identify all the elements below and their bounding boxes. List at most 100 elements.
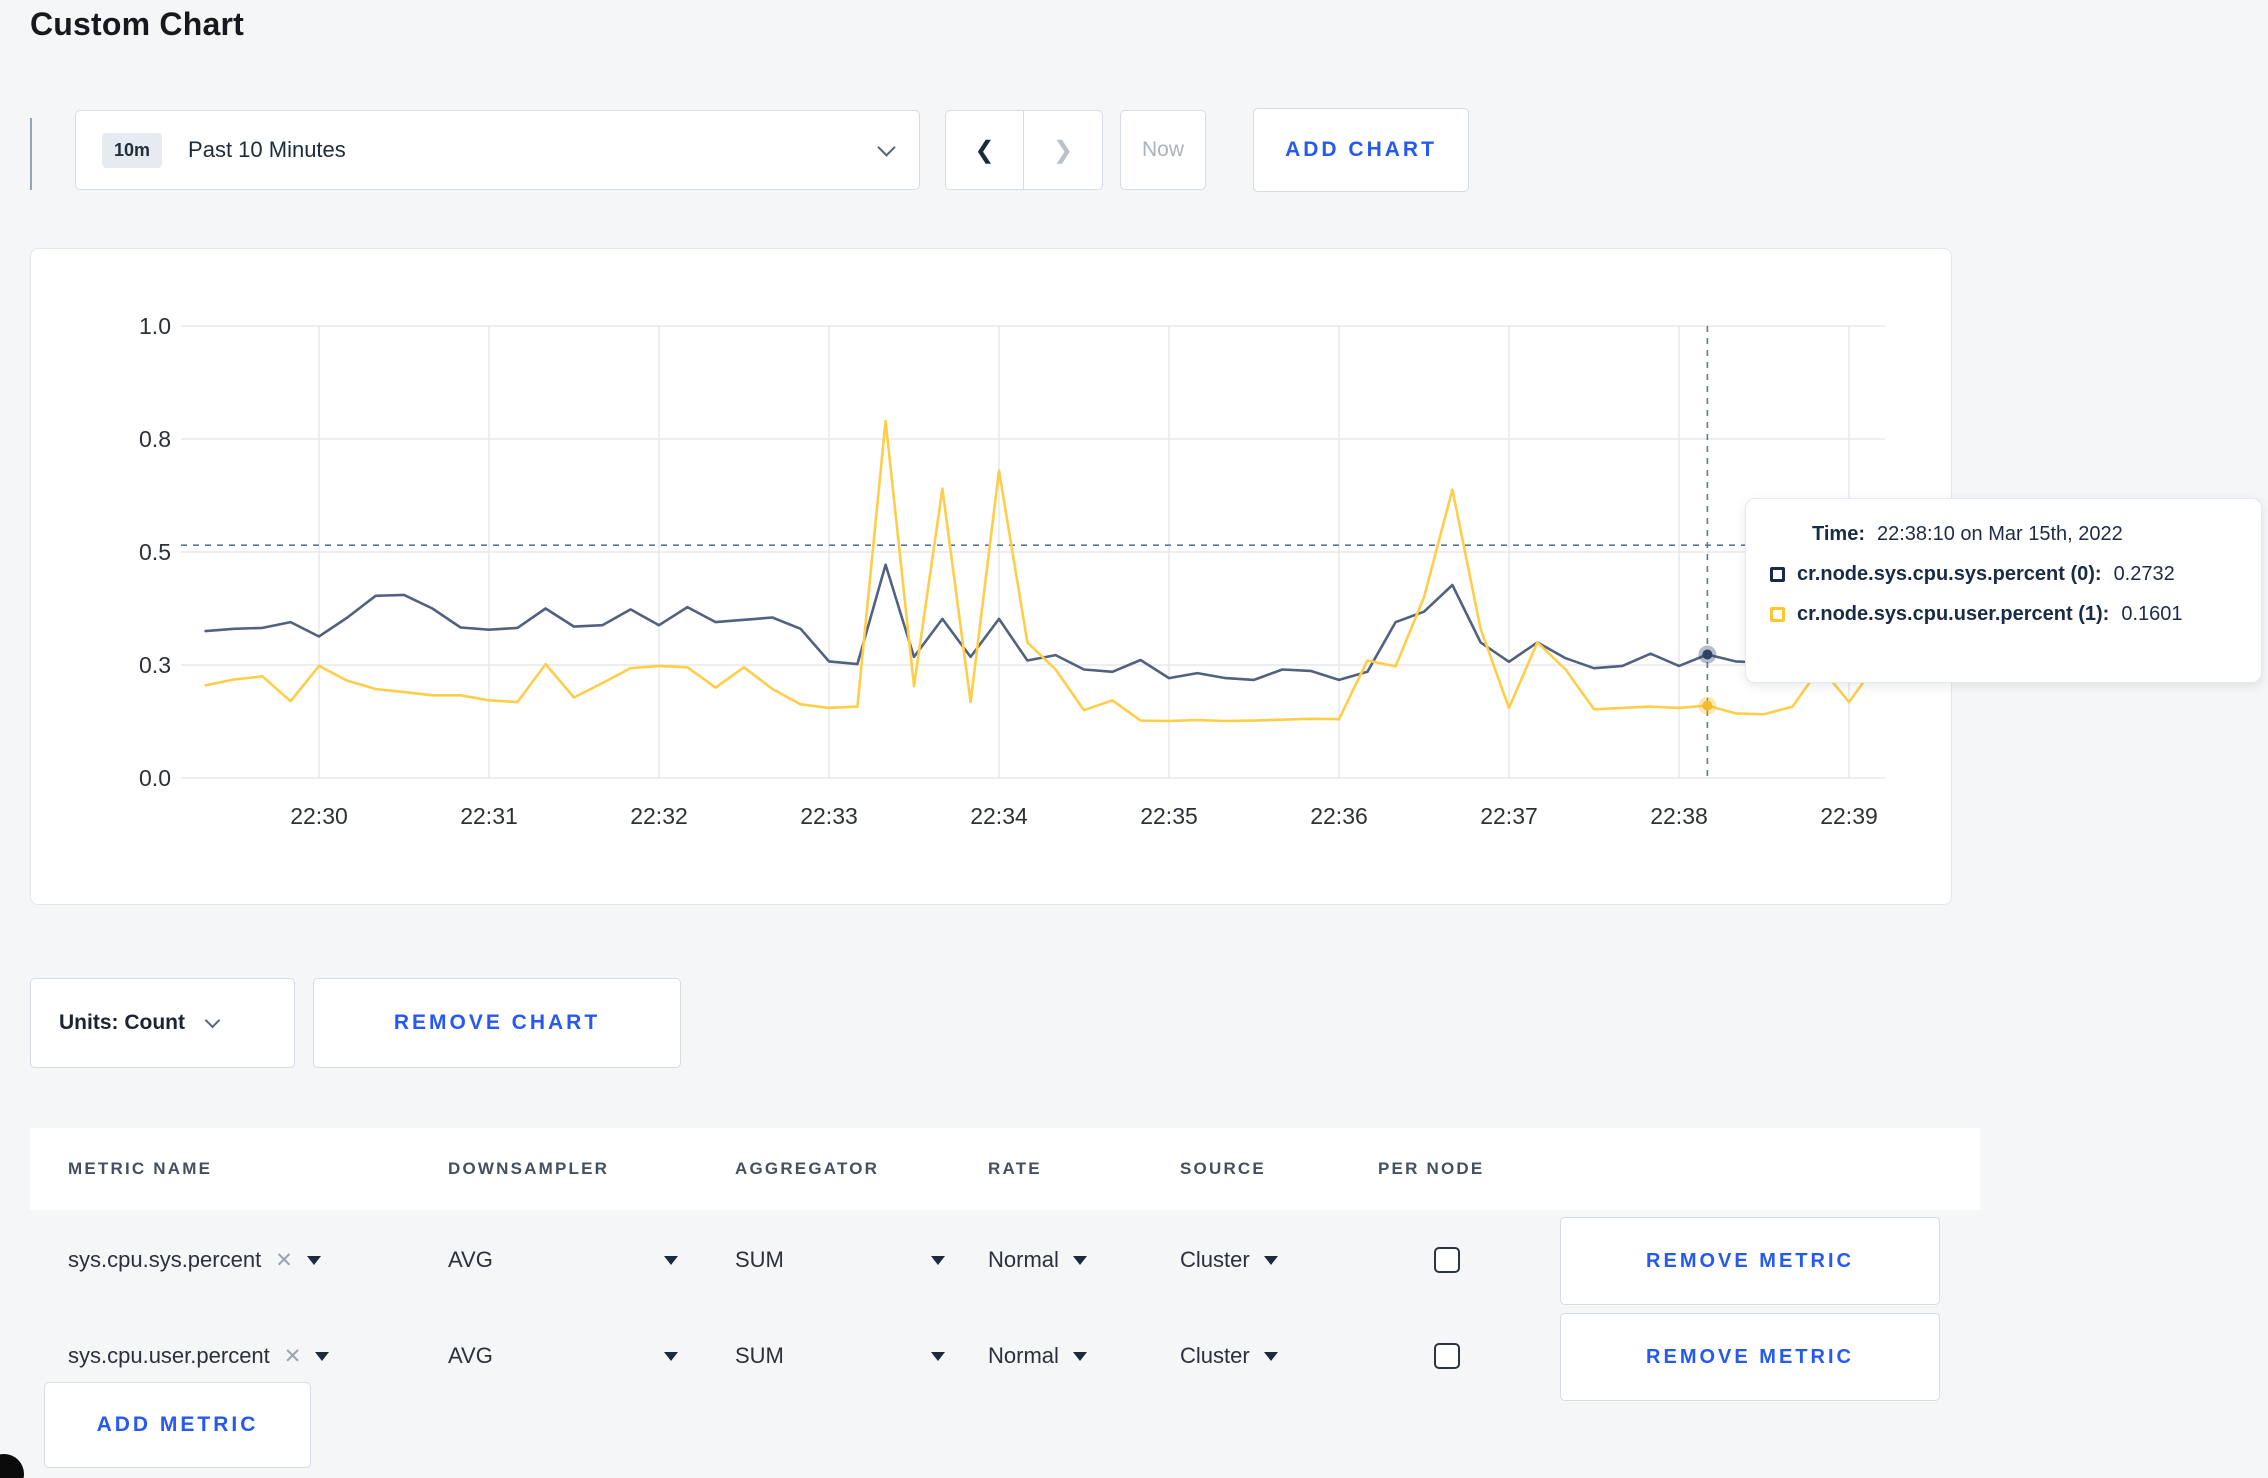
- dropdown-arrow-icon: [931, 1351, 945, 1361]
- hover-dot: [1702, 700, 1713, 711]
- time-nav-group: ❮ ❯: [945, 110, 1103, 190]
- add-chart-label: ADD CHART: [1285, 138, 1437, 161]
- aggregator-select[interactable]: SUM: [735, 1308, 945, 1404]
- timeseries-chart[interactable]: 0.0 0.3 0.5 0.8 1.0 22:30 22:31 22:32 22:33 22:34…: [31, 249, 1951, 904]
- dropdown-arrow-icon: [1263, 1351, 1278, 1361]
- dropdown-arrow-icon: [1072, 1255, 1087, 1265]
- screen-corner-artifact: [0, 1454, 24, 1478]
- clear-metric-icon[interactable]: ✕: [275, 1248, 293, 1273]
- aggregator-value: SUM: [735, 1247, 784, 1272]
- x-axis-tick-label: 22:34: [970, 803, 1028, 829]
- source-value: Cluster: [1180, 1343, 1250, 1368]
- aggregator-value: SUM: [735, 1343, 784, 1368]
- series-user-swatch-icon: [1770, 607, 1785, 622]
- y-axis-tick-label: 0.0: [139, 765, 171, 791]
- rate-value: Normal: [988, 1343, 1059, 1368]
- now-button-label: Now: [1141, 138, 1184, 161]
- per-node-checkbox[interactable]: [1434, 1247, 1460, 1273]
- header-rate: RATE: [988, 1159, 1042, 1178]
- add-chart-button[interactable]: ADD CHART: [1253, 108, 1469, 192]
- clear-metric-icon[interactable]: ✕: [284, 1344, 302, 1369]
- per-node-cell: [1378, 1308, 1538, 1404]
- downsampler-select[interactable]: AVG: [448, 1308, 678, 1404]
- toolbar-left-rule: [30, 118, 32, 190]
- remove-metric-button[interactable]: REMOVE METRIC: [1560, 1217, 1940, 1305]
- remove-chart-label: REMOVE CHART: [393, 1011, 601, 1034]
- add-metric-button[interactable]: ADD METRIC: [44, 1382, 311, 1468]
- chevron-right-icon: ❯: [1052, 136, 1074, 164]
- now-button[interactable]: Now: [1120, 110, 1206, 190]
- time-range-badge: 10m: [102, 132, 163, 168]
- header-aggregator: AGGREGATOR: [735, 1159, 880, 1178]
- series-sys-swatch-icon: [1770, 567, 1785, 582]
- rate-value: Normal: [988, 1247, 1059, 1272]
- prev-time-button[interactable]: ❮: [946, 111, 1024, 189]
- metric-name-select[interactable]: sys.cpu.sys.percent ✕: [68, 1212, 398, 1308]
- downsampler-value: AVG: [448, 1343, 493, 1368]
- chart-hover-tooltip: Time: 22:38:10 on Mar 15th, 2022 cr.node…: [1745, 498, 2262, 683]
- y-axis-tick-label: 0.3: [139, 652, 171, 678]
- source-value: Cluster: [1180, 1247, 1250, 1272]
- x-axis-tick-label: 22:35: [1140, 803, 1198, 829]
- series-line-cr.node.sys.cpu.sys.percent: [204, 563, 1879, 682]
- dropdown-arrow-icon: [664, 1351, 678, 1361]
- chevron-left-icon: ❮: [974, 136, 995, 164]
- header-downsampler: DOWNSAMPLER: [448, 1159, 610, 1178]
- dropdown-arrow-icon: [931, 1255, 945, 1265]
- x-axis-tick-label: 22:32: [630, 803, 688, 829]
- x-axis-tick-label: 22:37: [1480, 803, 1538, 829]
- time-range-select[interactable]: 10m Past 10 Minutes: [75, 110, 920, 190]
- aggregator-select[interactable]: SUM: [735, 1212, 945, 1308]
- remove-metric-label: REMOVE METRIC: [1646, 1345, 1854, 1368]
- x-axis-tick-label: 22:33: [800, 803, 858, 829]
- dropdown-arrow-icon: [315, 1351, 330, 1361]
- x-axis-tick-label: 22:38: [1650, 803, 1708, 829]
- dropdown-arrow-icon: [1072, 1351, 1087, 1361]
- dropdown-arrow-icon: [664, 1255, 678, 1265]
- chevron-down-icon: [877, 137, 896, 157]
- chevron-down-icon: [204, 1012, 221, 1028]
- units-select-label: Units: Count: [59, 1011, 185, 1034]
- time-range-label: Past 10 Minutes: [188, 137, 346, 162]
- y-axis-tick-label: 0.5: [139, 539, 171, 565]
- remove-chart-button[interactable]: REMOVE CHART: [313, 978, 681, 1068]
- tooltip-series-user-label: cr.node.sys.cpu.user.percent (1):: [1797, 603, 2110, 625]
- hover-dot: [1702, 649, 1713, 660]
- dropdown-arrow-icon: [1263, 1255, 1278, 1265]
- remove-metric-button[interactable]: REMOVE METRIC: [1560, 1313, 1940, 1401]
- tooltip-series-sys-value: 0.2732: [2113, 563, 2175, 585]
- units-select[interactable]: Units: Count: [30, 978, 295, 1068]
- tooltip-time-label: Time:: [1812, 523, 1865, 545]
- x-axis-tick-label: 22:31: [460, 803, 518, 829]
- remove-metric-label: REMOVE METRIC: [1646, 1249, 1854, 1272]
- rate-select[interactable]: Normal: [988, 1212, 1138, 1308]
- dropdown-arrow-icon: [306, 1255, 321, 1265]
- tooltip-series-sys-label: cr.node.sys.cpu.sys.percent (0):: [1797, 563, 2102, 585]
- custom-chart-page: Custom Chart 10m Past 10 Minutes ❮ ❯ Now…: [0, 0, 2268, 1478]
- metric-name-value: sys.cpu.sys.percent: [68, 1247, 262, 1272]
- per-node-cell: [1378, 1212, 1538, 1308]
- series-line-cr.node.sys.cpu.user.percent: [204, 419, 1879, 723]
- tooltip-time-value: 22:38:10 on Mar 15th, 2022: [1876, 523, 2123, 545]
- metrics-table-header: METRIC NAME DOWNSAMPLER AGGREGATOR RATE …: [30, 1128, 1980, 1210]
- source-select[interactable]: Cluster: [1180, 1212, 1330, 1308]
- header-metric-name: METRIC NAME: [68, 1159, 213, 1178]
- header-source: SOURCE: [1180, 1159, 1266, 1178]
- header-per-node: PER NODE: [1378, 1159, 1485, 1178]
- chart-card: 0.0 0.3 0.5 0.8 1.0 22:30 22:31 22:32 22:33 22:34…: [30, 248, 1952, 905]
- y-axis-tick-label: 1.0: [139, 313, 171, 339]
- add-metric-label: ADD METRIC: [96, 1413, 259, 1436]
- downsampler-select[interactable]: AVG: [448, 1212, 678, 1308]
- per-node-checkbox[interactable]: [1434, 1343, 1460, 1369]
- metric-row: sys.cpu.user.percent ✕ AVG SUM Normal Cl…: [30, 1308, 1980, 1404]
- source-select[interactable]: Cluster: [1180, 1308, 1330, 1404]
- x-axis-tick-label: 22:30: [290, 803, 348, 829]
- x-axis-tick-label: 22:36: [1310, 803, 1368, 829]
- x-axis-tick-label: 22:39: [1820, 803, 1878, 829]
- downsampler-value: AVG: [448, 1247, 493, 1272]
- y-axis-tick-label: 0.8: [139, 426, 171, 452]
- page-title: Custom Chart: [30, 6, 244, 42]
- next-time-button[interactable]: ❯: [1024, 111, 1102, 189]
- rate-select[interactable]: Normal: [988, 1308, 1138, 1404]
- metric-row: sys.cpu.sys.percent ✕ AVG SUM Normal Clu…: [30, 1212, 1980, 1308]
